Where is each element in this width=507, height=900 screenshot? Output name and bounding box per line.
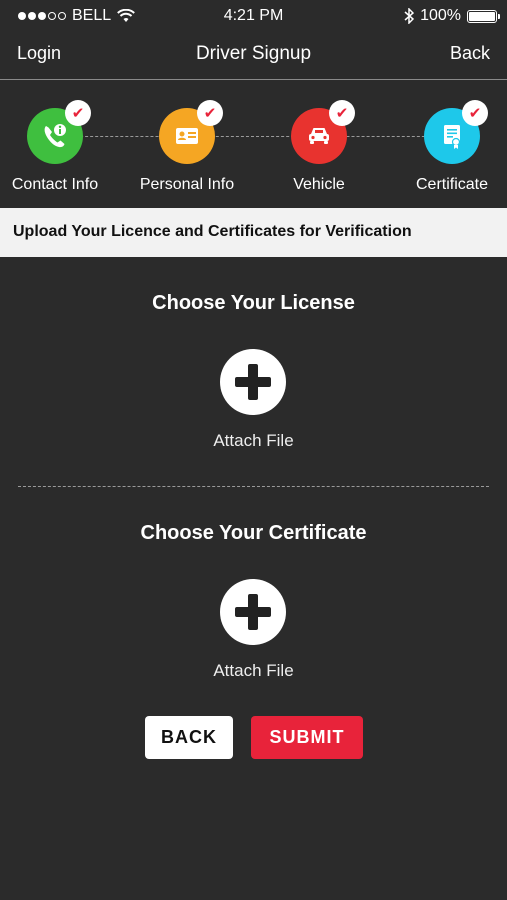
upload-instructions-banner: Upload Your Licence and Certificates for… bbox=[0, 208, 507, 257]
check-icon: ✔ bbox=[197, 100, 223, 126]
check-icon: ✔ bbox=[65, 100, 91, 126]
back-button[interactable]: BACK bbox=[145, 716, 233, 759]
attach-license-button[interactable] bbox=[220, 349, 286, 415]
battery-icon bbox=[467, 9, 500, 23]
attach-certificate-button[interactable] bbox=[220, 579, 286, 645]
check-icon: ✔ bbox=[329, 100, 355, 126]
step-label: Personal Info bbox=[139, 176, 235, 193]
login-button[interactable]: Login bbox=[17, 43, 61, 64]
signup-steps: ✔ Contact Info ✔ Personal Info ✔ Vehicle… bbox=[0, 80, 507, 208]
car-icon: ✔ bbox=[291, 100, 355, 164]
step-certificate[interactable]: ✔ Certificate bbox=[387, 100, 507, 194]
status-bar: BELL 4:21 PM 100% bbox=[0, 0, 507, 34]
section-divider bbox=[18, 486, 489, 487]
page-title: Driver Signup bbox=[195, 43, 312, 64]
certificate-section-title: Choose Your Certificate bbox=[140, 522, 367, 544]
back-nav-button[interactable]: Back bbox=[450, 43, 490, 64]
attach-license-label[interactable]: Attach File bbox=[0, 431, 507, 451]
step-label: Certificate bbox=[415, 176, 489, 193]
nav-bar: Login Driver Signup Back bbox=[0, 34, 507, 80]
step-personal-info[interactable]: ✔ Personal Info bbox=[122, 100, 252, 194]
battery-percent: 100% bbox=[420, 7, 461, 24]
phone-info-icon: ✔ bbox=[27, 100, 91, 164]
certificate-icon: ✔ bbox=[424, 100, 488, 164]
status-right: 100% bbox=[404, 7, 500, 25]
license-section-title: Choose Your License bbox=[152, 292, 355, 314]
bluetooth-icon bbox=[404, 8, 415, 24]
step-contact-info[interactable]: ✔ Contact Info bbox=[0, 100, 120, 194]
id-card-icon: ✔ bbox=[159, 100, 223, 164]
check-icon: ✔ bbox=[462, 100, 488, 126]
attach-certificate-label[interactable]: Attach File bbox=[0, 661, 507, 681]
submit-button[interactable]: SUBMIT bbox=[251, 716, 363, 759]
step-label: Vehicle bbox=[293, 176, 345, 193]
step-vehicle[interactable]: ✔ Vehicle bbox=[254, 100, 384, 194]
step-label: Contact Info bbox=[11, 176, 99, 193]
